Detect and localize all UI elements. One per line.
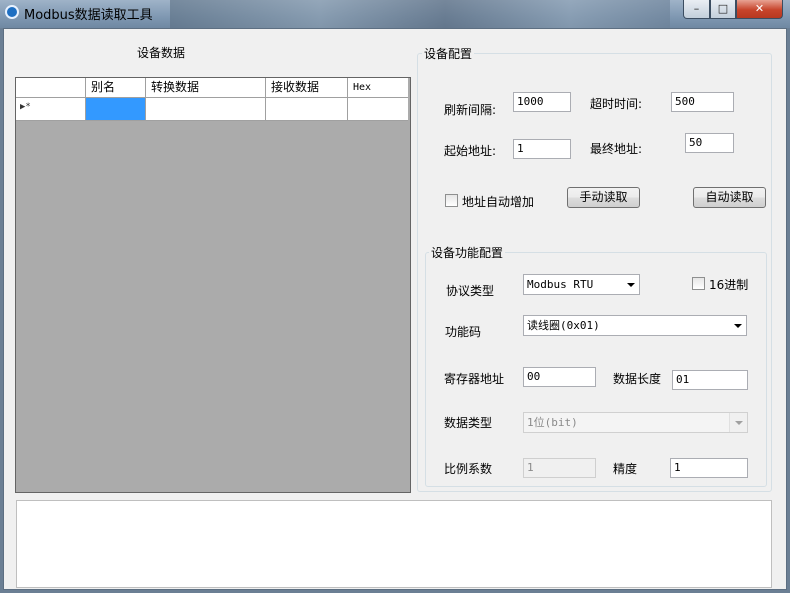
function-code-label: 功能码 xyxy=(445,325,482,339)
protocol-type-label: 协议类型 xyxy=(446,284,495,298)
device-function-legend: 设备功能配置 xyxy=(429,244,506,261)
protocol-type-select[interactable]: Modbus RTU xyxy=(523,274,640,295)
device-config-legend: 设备配置 xyxy=(422,45,475,62)
cell-received[interactable] xyxy=(266,98,348,120)
close-button[interactable]: ✕ xyxy=(736,0,783,19)
start-address-label: 起始地址: xyxy=(444,144,497,158)
auto-increment-checkbox[interactable] xyxy=(445,194,458,207)
chevron-down-icon xyxy=(627,283,635,287)
device-data-grid[interactable]: 别名 转换数据 接收数据 Hex ▶* xyxy=(15,77,411,493)
table-row-new[interactable]: ▶* xyxy=(16,98,408,121)
data-type-label: 数据类型 xyxy=(444,416,493,430)
start-address-input[interactable]: 1 xyxy=(513,139,571,159)
row-header[interactable]: ▶* xyxy=(16,98,86,120)
client-area: 设备数据 别名 转换数据 接收数据 Hex ▶* 设备配置 刷新间隔: 1000… xyxy=(3,28,787,590)
new-row-marker-icon: ▶* xyxy=(20,102,31,112)
title-bar-background xyxy=(170,0,670,28)
data-length-label: 数据长度 xyxy=(613,372,662,386)
maximize-button[interactable]: □ xyxy=(710,0,736,19)
data-length-input[interactable]: 01 xyxy=(672,370,748,390)
chevron-down-icon xyxy=(734,324,742,328)
register-address-label: 寄存器地址 xyxy=(444,372,505,386)
data-type-value: 1位(bit) xyxy=(527,416,578,429)
refresh-interval-input[interactable]: 1000 xyxy=(513,92,571,112)
hex-checkbox[interactable] xyxy=(692,277,705,290)
chevron-down-icon xyxy=(735,421,743,425)
grid-header: 别名 转换数据 接收数据 Hex xyxy=(16,78,408,98)
manual-read-button[interactable]: 手动读取 xyxy=(567,187,640,208)
cell-alias[interactable] xyxy=(86,98,146,120)
log-textarea[interactable] xyxy=(16,500,772,588)
refresh-interval-label: 刷新间隔: xyxy=(444,103,497,117)
hex-label: 16进制 xyxy=(709,278,749,292)
window-title: Modbus数据读取工具 xyxy=(24,8,153,23)
register-address-input[interactable]: 00 xyxy=(523,367,596,387)
function-code-select[interactable]: 读线圈(0x01) xyxy=(523,315,747,336)
app-logo-icon xyxy=(5,5,19,19)
minimize-button[interactable]: – xyxy=(683,0,710,19)
data-type-select[interactable]: 1位(bit) xyxy=(523,412,748,433)
protocol-type-value: Modbus RTU xyxy=(527,278,594,291)
row-header-corner[interactable] xyxy=(16,78,86,97)
column-header-hex[interactable]: Hex xyxy=(348,78,408,97)
ratio-label: 比例系数 xyxy=(444,462,493,476)
cell-hex[interactable] xyxy=(348,98,408,120)
cell-converted[interactable] xyxy=(146,98,266,120)
timeout-input[interactable]: 500 xyxy=(671,92,734,112)
precision-label: 精度 xyxy=(613,462,638,476)
app-window: Modbus数据读取工具 – □ ✕ 设备数据 别名 转换数据 接收数据 Hex… xyxy=(0,0,790,593)
title-bar[interactable]: Modbus数据读取工具 – □ ✕ xyxy=(0,0,790,28)
auto-read-button[interactable]: 自动读取 xyxy=(693,187,766,208)
end-address-input[interactable]: 50 xyxy=(685,133,734,153)
function-code-value: 读线圈(0x01) xyxy=(527,319,600,332)
timeout-label: 超时时间: xyxy=(590,97,643,111)
column-header-converted[interactable]: 转换数据 xyxy=(146,78,266,97)
precision-input[interactable]: 1 xyxy=(670,458,748,478)
column-header-alias[interactable]: 别名 xyxy=(86,78,146,97)
end-address-label: 最终地址: xyxy=(590,142,643,156)
grid-title: 设备数据 xyxy=(137,46,186,60)
ratio-input[interactable]: 1 xyxy=(523,458,596,478)
column-header-received[interactable]: 接收数据 xyxy=(266,78,348,97)
auto-increment-label: 地址自动增加 xyxy=(462,195,535,209)
